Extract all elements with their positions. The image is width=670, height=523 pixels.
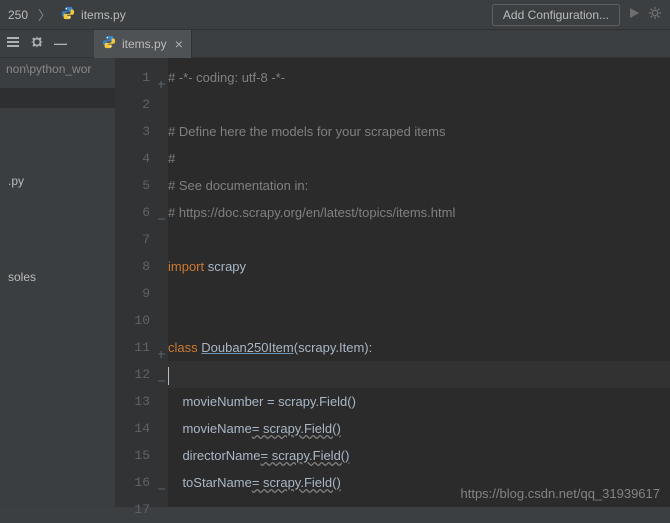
sidebar-item[interactable]: soles [0, 264, 115, 290]
python-file-icon [61, 6, 75, 23]
debug-icon[interactable] [648, 6, 662, 23]
sidebar-selection [0, 88, 115, 108]
close-icon[interactable]: × [175, 36, 183, 52]
show-options-icon[interactable] [6, 35, 20, 52]
gear-icon[interactable] [30, 35, 44, 52]
sidebar-path: non\python_wor [0, 58, 115, 80]
sidebar-item[interactable]: .py [0, 168, 115, 194]
run-icon[interactable] [628, 7, 640, 22]
fold-icon[interactable] [156, 71, 166, 81]
text-cursor [168, 367, 169, 385]
fold-icon[interactable] [156, 206, 166, 216]
watermark: https://blog.csdn.net/qq_31939617 [461, 486, 661, 501]
code-area[interactable]: # -*- coding: utf-8 -*- # Define here th… [168, 58, 670, 507]
breadcrumb-file[interactable]: items.py [81, 8, 126, 22]
breadcrumb-item[interactable]: 250 [8, 8, 28, 22]
fold-icon[interactable] [156, 476, 166, 486]
fold-icon[interactable] [156, 341, 166, 351]
editor-tab[interactable]: items.py × [94, 30, 192, 58]
chevron-right-icon: 〉 [38, 5, 51, 24]
fold-icon[interactable] [156, 368, 166, 378]
top-bar: 250 〉 items.py Add Configuration... [0, 0, 670, 30]
project-sidebar[interactable]: non\python_wor .py soles [0, 58, 116, 507]
tab-label: items.py [122, 37, 167, 51]
code-editor[interactable]: 1 2 3 4 5 6 7 8 9 10 11 12 13 14 15 16 1… [116, 58, 670, 507]
python-file-icon [102, 35, 116, 52]
line-gutter: 1 2 3 4 5 6 7 8 9 10 11 12 13 14 15 16 1… [116, 58, 168, 507]
breadcrumb: 250 〉 items.py [8, 5, 126, 24]
tool-row: — items.py × [0, 30, 670, 58]
add-configuration-button[interactable]: Add Configuration... [492, 4, 620, 26]
collapse-icon[interactable]: — [54, 36, 67, 51]
